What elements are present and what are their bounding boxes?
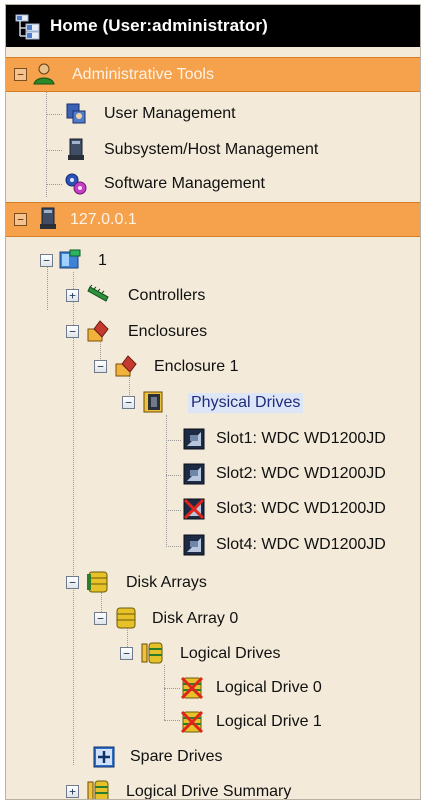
drive-ok-icon xyxy=(183,534,205,556)
tree-item-label: Subsystem/Host Management xyxy=(104,141,319,158)
tree-item-label-selected: Physical Drives xyxy=(188,393,304,413)
disk-arrays-icon xyxy=(87,571,108,593)
software-gears-icon xyxy=(65,173,87,195)
tree-item-label: Spare Drives xyxy=(130,748,223,765)
drive-ok-icon xyxy=(183,463,205,485)
tree-item-logical-drive[interactable]: Logical Drive 0 xyxy=(6,671,420,705)
tree-item-spare-drives[interactable]: Spare Drives xyxy=(6,740,420,774)
user-management-icon xyxy=(66,103,86,124)
expand-toggle[interactable]: + xyxy=(66,785,79,798)
collapse-toggle[interactable]: − xyxy=(66,325,79,338)
tree-item-logical-drive[interactable]: Logical Drive 1 xyxy=(6,705,420,739)
tree-item-slot[interactable]: Slot2: WDC WD1200JD xyxy=(6,457,420,491)
enclosures-icon xyxy=(87,320,109,342)
logical-drive-summary-icon xyxy=(87,780,109,799)
page-title: Home (User:administrator) xyxy=(50,16,268,35)
tree-item-subsystem-1[interactable]: − 1 xyxy=(6,244,420,278)
logical-drive-failed-icon xyxy=(180,676,204,700)
tree-item-label: Enclosure 1 xyxy=(154,358,239,375)
controllers-icon xyxy=(87,284,109,302)
tree-item-label: 1 xyxy=(98,252,107,269)
collapse-toggle[interactable]: − xyxy=(122,396,135,409)
navigation-panel: Home (User:administrator) − Administrati xyxy=(5,4,421,800)
tree-item-enclosure-1[interactable]: − Enclosure 1 xyxy=(6,350,420,384)
tree-item-label: Slot1: WDC WD1200JD xyxy=(216,430,386,447)
spare-drives-icon xyxy=(93,746,115,768)
disk-array-icon xyxy=(116,607,136,629)
tree-item-controllers[interactable]: + Controllers xyxy=(6,279,420,313)
tree-item-label: Logical Drive 0 xyxy=(216,679,322,696)
tree-item-slot[interactable]: Slot4: WDC WD1200JD xyxy=(6,528,420,562)
collapse-toggle[interactable]: − xyxy=(120,647,133,660)
tree-item-disk-arrays[interactable]: − Disk Arrays xyxy=(6,566,420,600)
collapse-toggle[interactable]: − xyxy=(40,254,53,267)
tree-item-slot[interactable]: Slot1: WDC WD1200JD xyxy=(6,422,420,456)
home-header[interactable]: Home (User:administrator) xyxy=(6,5,420,47)
physical-drives-icon xyxy=(143,391,163,413)
tree-item-label: Slot2: WDC WD1200JD xyxy=(216,465,386,482)
tree-item-slot[interactable]: Slot3: WDC WD1200JD xyxy=(6,492,420,526)
logical-drive-failed-icon xyxy=(180,710,204,734)
tree-item-label: Slot4: WDC WD1200JD xyxy=(216,536,386,553)
expand-toggle[interactable]: + xyxy=(66,289,79,302)
tree-item-enclosures[interactable]: − Enclosures xyxy=(6,315,420,349)
admin-user-icon xyxy=(33,63,55,85)
tree-item-label: Logical Drive 1 xyxy=(216,713,322,730)
tree-home-icon xyxy=(15,14,40,40)
admin-tools-row[interactable]: − Administrative Tools xyxy=(6,57,420,92)
tree-item-software-management[interactable]: Software Management xyxy=(6,167,420,201)
tree-item-logical-drive-summary[interactable]: + Logical Drive Summary xyxy=(6,775,420,800)
tree-item-label: Logical Drives xyxy=(180,645,281,662)
tree-item-disk-array-0[interactable]: − Disk Array 0 xyxy=(6,602,420,636)
tree-item-label: User Management xyxy=(104,105,236,122)
tree-item-label: Logical Drive Summary xyxy=(126,783,292,800)
drive-failed-icon xyxy=(183,498,205,520)
tree-item-label: Slot3: WDC WD1200JD xyxy=(216,500,386,517)
subsystem-host-icon xyxy=(68,138,84,160)
collapse-toggle[interactable]: − xyxy=(66,576,79,589)
tree-item-label: Disk Arrays xyxy=(126,574,207,591)
host-label: 127.0.0.1 xyxy=(70,210,137,228)
collapse-toggle[interactable]: − xyxy=(14,68,27,81)
tree-item-label: Disk Array 0 xyxy=(152,610,239,627)
collapse-toggle[interactable]: − xyxy=(14,213,27,226)
host-server-icon xyxy=(40,207,56,229)
host-row[interactable]: − 127.0.0.1 xyxy=(6,202,420,237)
enclosure-icon xyxy=(115,355,137,377)
drive-ok-icon xyxy=(183,428,205,450)
admin-tools-label: Administrative Tools xyxy=(72,65,214,83)
collapse-toggle[interactable]: − xyxy=(94,612,107,625)
tree-item-label: Software Management xyxy=(104,175,265,192)
tree-item-label: Enclosures xyxy=(128,323,208,340)
tree-item-subsystem-host-management[interactable]: Subsystem/Host Management xyxy=(6,133,420,167)
logical-drives-icon xyxy=(141,642,163,664)
collapse-toggle[interactable]: − xyxy=(94,360,107,373)
tree-item-physical-drives[interactable]: − Physical Drives xyxy=(6,386,420,420)
tree-item-label: Controllers xyxy=(128,287,206,304)
tree-view: − Administrative Tools User Management S… xyxy=(6,47,420,799)
tree-item-logical-drives[interactable]: − Logical Drives xyxy=(6,637,420,671)
tree-item-user-management[interactable]: User Management xyxy=(6,97,420,131)
subsystem-icon xyxy=(59,249,81,269)
